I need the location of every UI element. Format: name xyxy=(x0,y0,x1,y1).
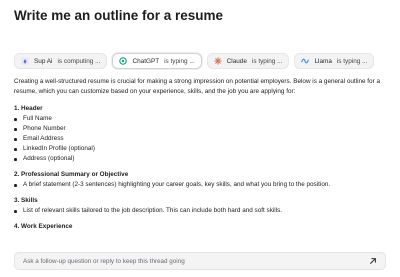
followup-input[interactable]: Ask a follow-up question or reply to kee… xyxy=(14,252,386,270)
model-chip-chatgpt[interactable]: ChatGPT is typing ... xyxy=(112,53,202,69)
list-item: Phone Number xyxy=(14,124,390,134)
response-content: Creating a well-structured resume is cru… xyxy=(14,77,390,232)
send-arrow-icon[interactable] xyxy=(369,257,377,265)
claude-icon xyxy=(213,57,222,65)
page-title: Write me an outline for a resume xyxy=(14,8,224,23)
followup-placeholder[interactable]: Ask a follow-up question or reply to kee… xyxy=(23,258,369,265)
section-list-header: Full Name Phone Number Email Address Lin… xyxy=(14,114,390,164)
section-heading-header: 1. Header xyxy=(14,105,43,112)
section-list-skills: List of relevant skills tailored to the … xyxy=(14,206,390,216)
section-heading-summary: 2. Professional Summary or Objective xyxy=(14,171,129,178)
list-item: LinkedIn Profile (optional) xyxy=(14,144,390,154)
model-chip-claude[interactable]: Claude is typing ... xyxy=(206,53,290,69)
section-heading-work-experience: 4. Work Experience xyxy=(14,223,73,230)
model-chip-sup-ai[interactable]: Sup Ai is computing ... xyxy=(14,53,108,69)
model-name: Claude xyxy=(226,57,247,65)
model-status: is computing ... xyxy=(57,57,101,65)
chatgpt-icon xyxy=(119,57,128,65)
section-heading-skills: 3. Skills xyxy=(14,197,38,204)
model-name: ChatGPT xyxy=(132,57,160,65)
section-list-summary: A brief statement (2-3 sentences) highli… xyxy=(14,180,390,190)
model-status: is typing ... xyxy=(164,57,195,65)
model-name: Llama xyxy=(314,57,332,65)
list-item: Email Address xyxy=(14,134,390,144)
list-item: List of relevant skills tailored to the … xyxy=(14,206,390,216)
response-intro: Creating a well-structured resume is cru… xyxy=(14,78,380,95)
llama-icon xyxy=(301,58,310,64)
list-item: Full Name xyxy=(14,114,390,124)
list-item: Address (optional) xyxy=(14,154,390,164)
model-status: is typing ... xyxy=(251,57,283,65)
model-status: is typing ... xyxy=(336,57,368,65)
list-item: A brief statement (2-3 sentences) highli… xyxy=(14,180,390,190)
model-status-bar: Sup Ai is computing ... ChatGPT is typin… xyxy=(14,53,375,69)
model-name: Sup Ai xyxy=(34,57,53,65)
model-chip-llama[interactable]: Llama is typing ... xyxy=(294,53,375,69)
sup-ai-icon xyxy=(21,57,29,65)
